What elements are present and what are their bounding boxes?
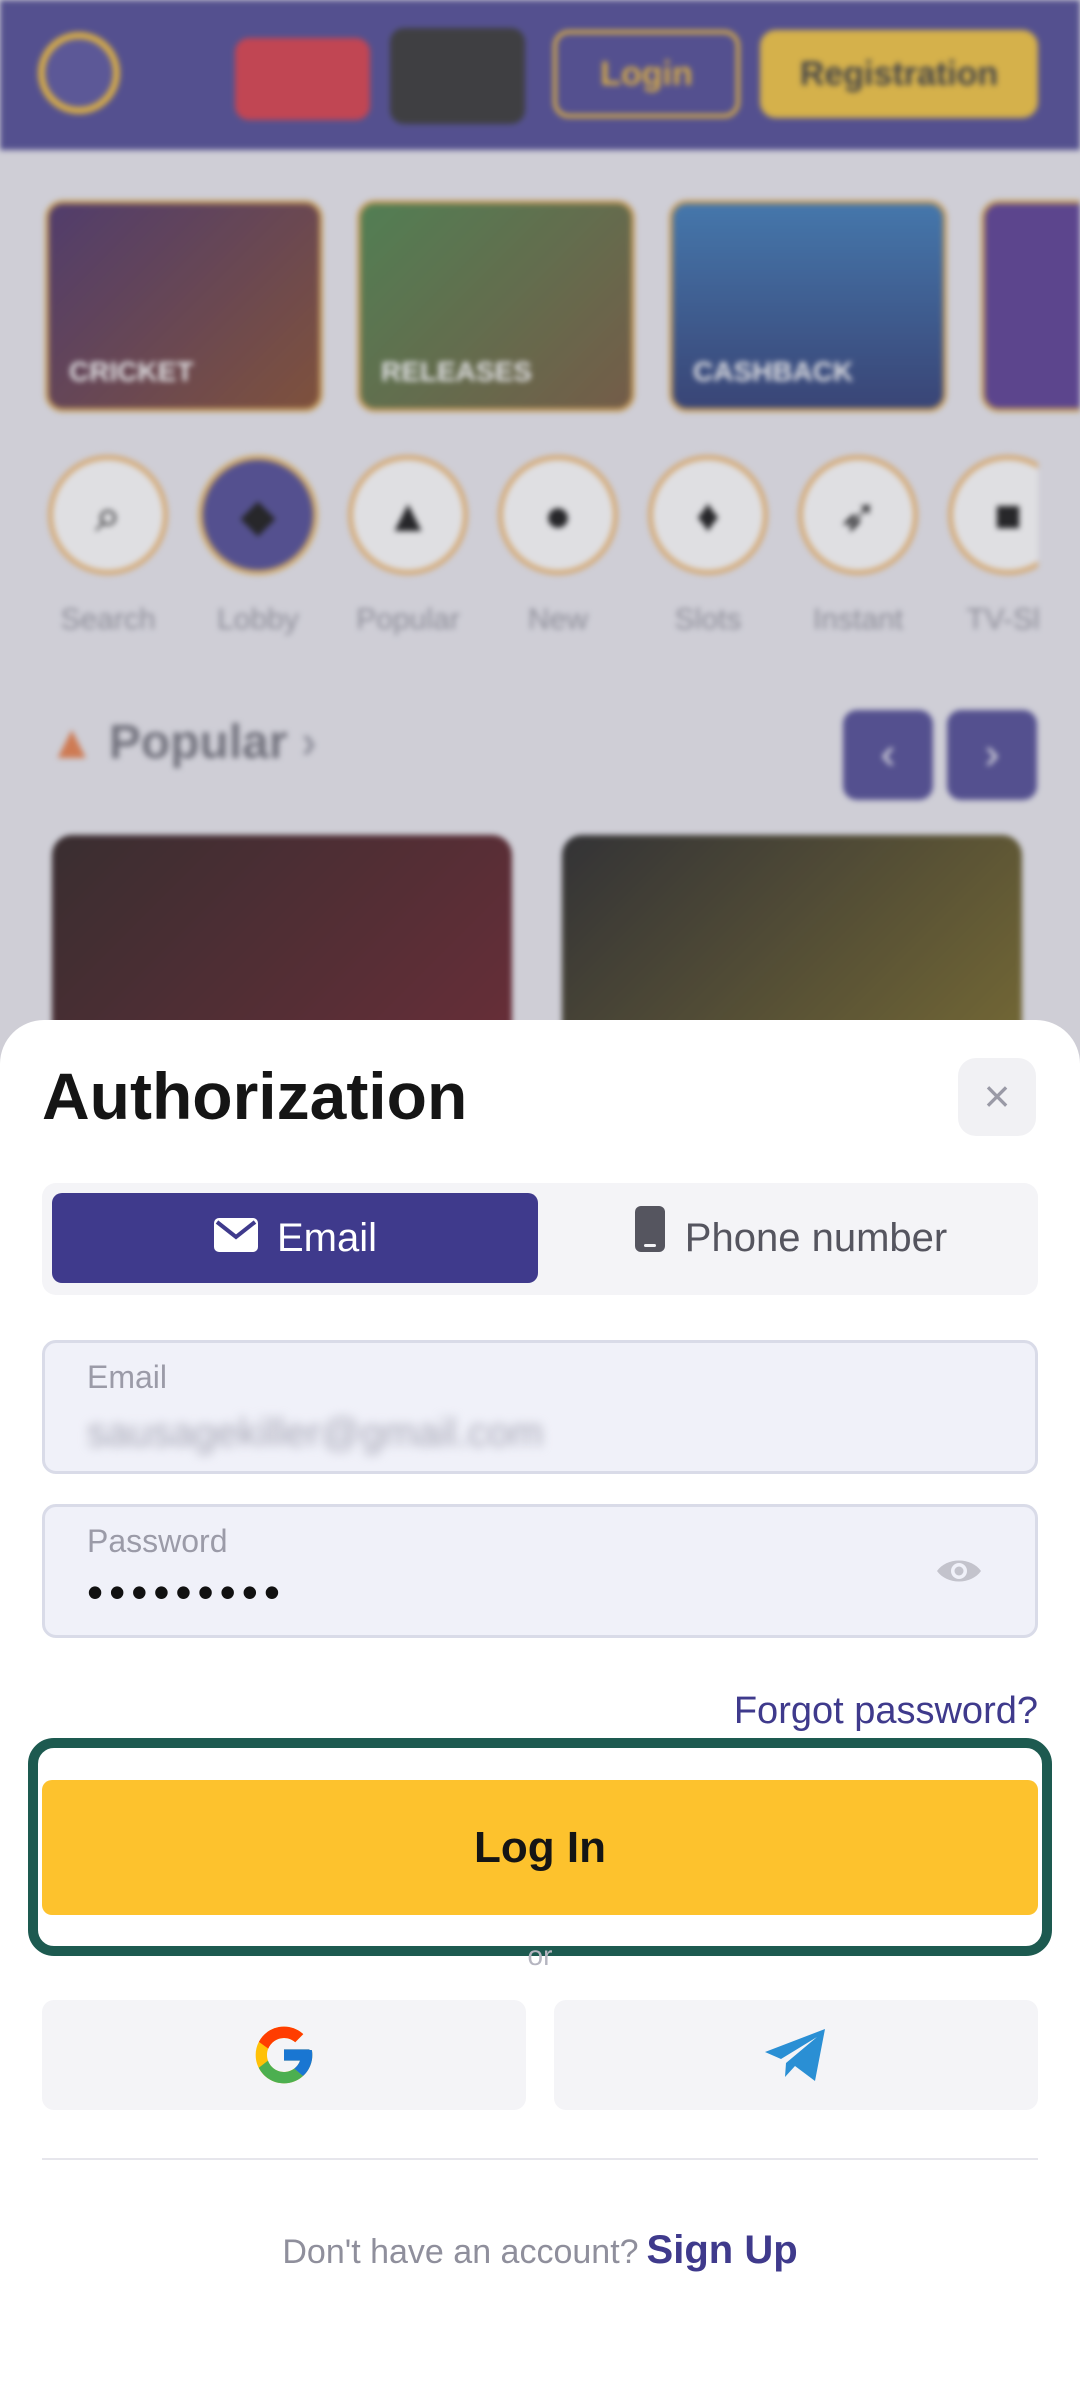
- auth-method-tabs: Email Phone number: [42, 1183, 1038, 1295]
- envelope-icon: [213, 1195, 259, 1285]
- sign-up-link[interactable]: Sign Up: [647, 2228, 798, 2272]
- email-field-label: Email: [87, 1359, 168, 1395]
- log-in-button[interactable]: Log In: [42, 1780, 1038, 1915]
- telegram-login-button[interactable]: [554, 2000, 1038, 2110]
- signup-prompt: Don't have an account? Sign Up: [0, 2228, 1080, 2273]
- phone-icon: [633, 1195, 667, 1285]
- or-divider-text: or: [527, 1940, 553, 1971]
- password-field[interactable]: Password •••••••••: [42, 1504, 1038, 1638]
- tab-label: Phone number: [684, 1216, 948, 1260]
- email-field[interactable]: Email sausagekiller@gmail.com: [42, 1340, 1038, 1474]
- tab-email[interactable]: Email: [52, 1193, 538, 1283]
- tab-label: Email: [276, 1216, 378, 1260]
- password-field-label: Password: [87, 1523, 228, 1559]
- close-button[interactable]: ×: [958, 1058, 1036, 1136]
- forgot-password-link[interactable]: Forgot password?: [734, 1690, 1038, 1733]
- tab-phone-number[interactable]: Phone number: [552, 1193, 1028, 1283]
- close-icon: ×: [983, 1070, 1011, 1122]
- google-login-button[interactable]: [42, 2000, 526, 2110]
- sheet-title: Authorization: [42, 1059, 468, 1133]
- divider: [42, 2158, 1038, 2160]
- password-field-value: •••••••••: [87, 1566, 286, 1618]
- eye-icon[interactable]: [935, 1555, 983, 1592]
- signup-prompt-text: Don't have an account?: [282, 2233, 639, 2271]
- email-field-value: sausagekiller@gmail.com: [87, 1411, 544, 1455]
